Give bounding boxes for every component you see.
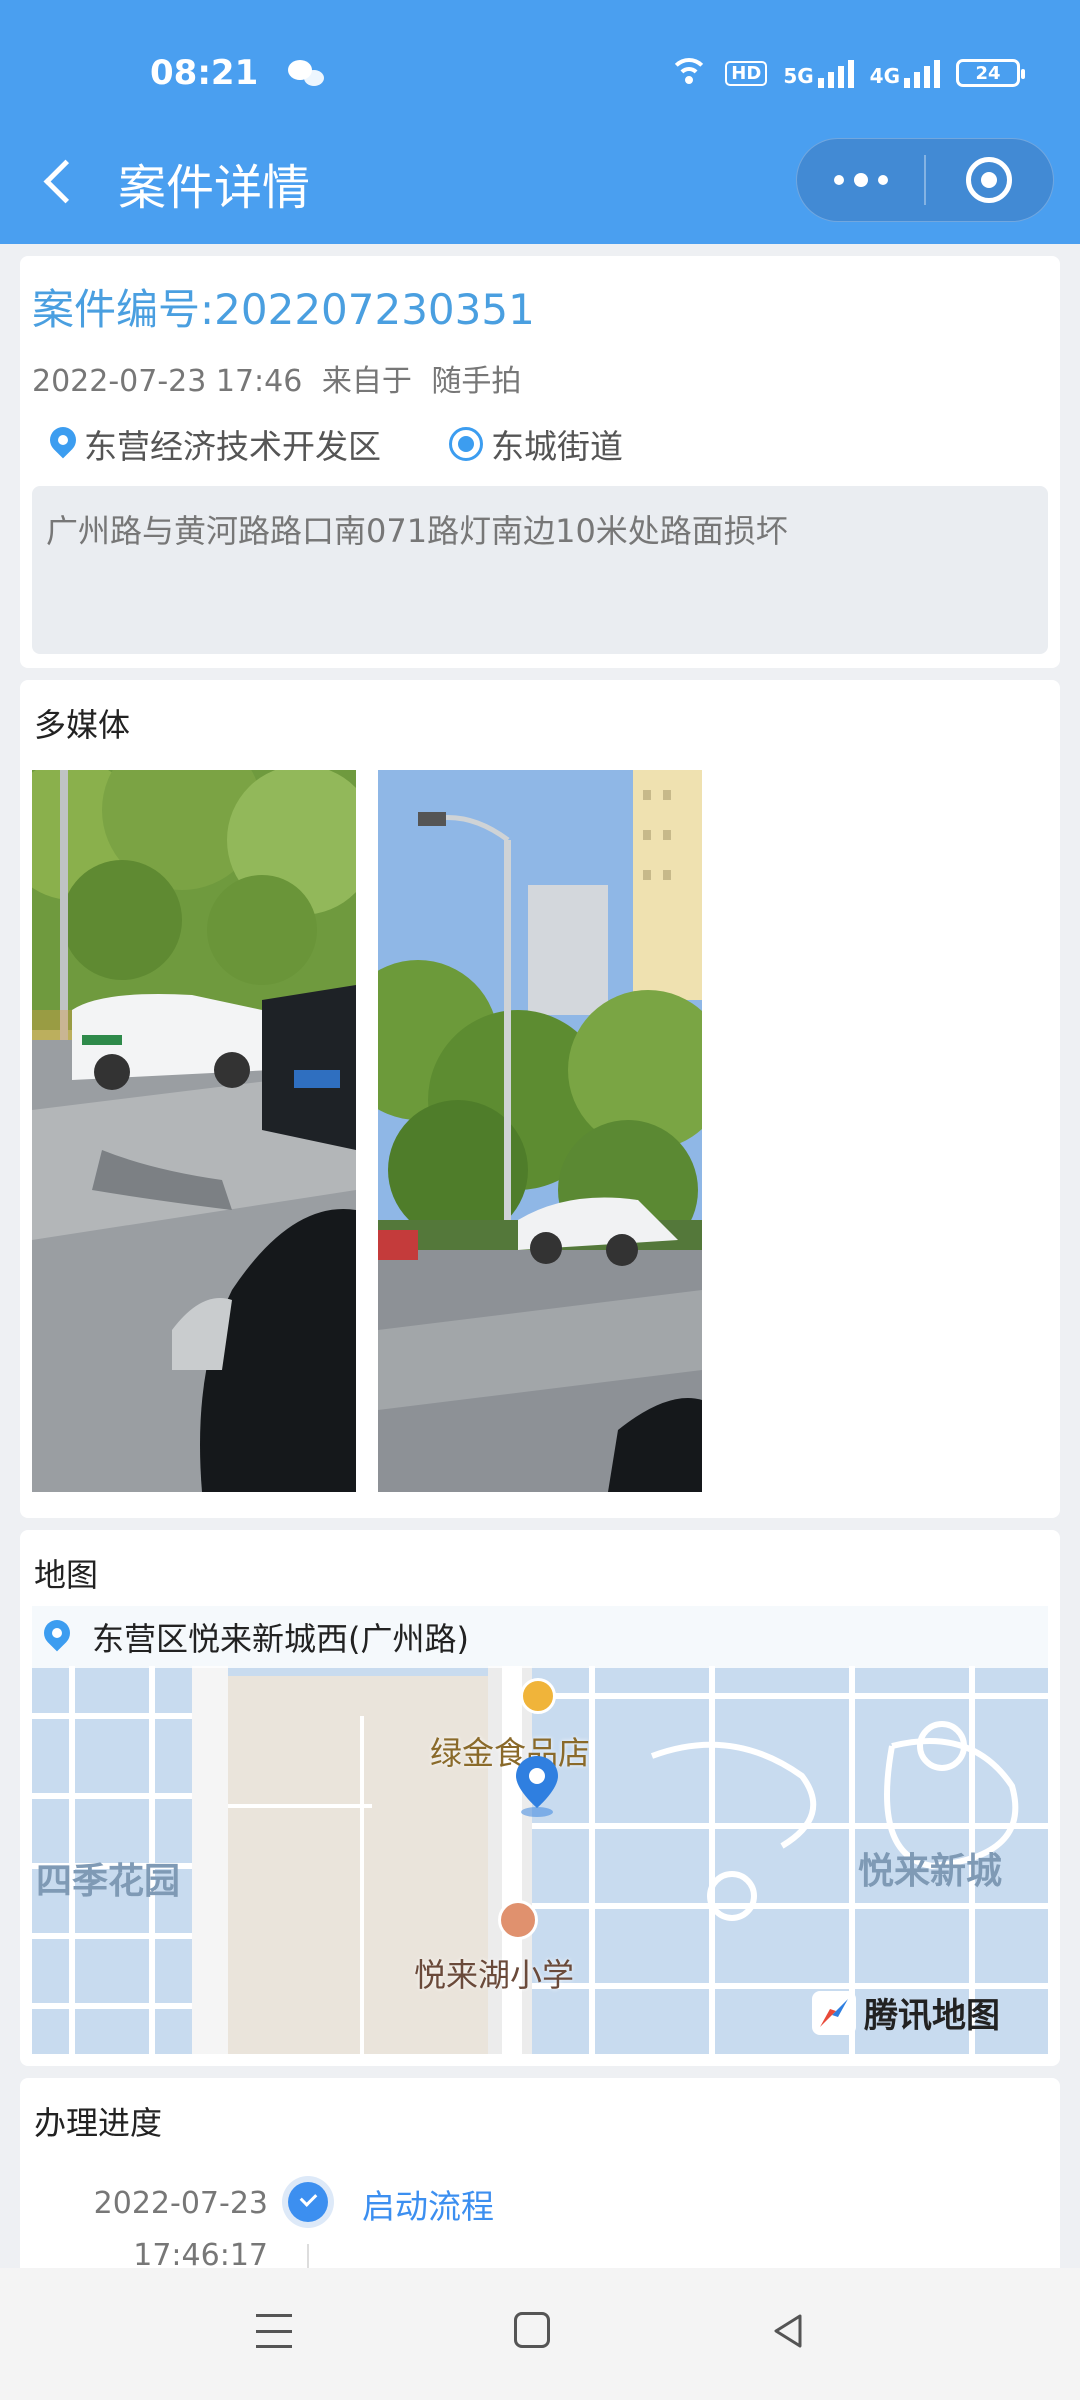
media-title: 多媒体 xyxy=(34,706,131,744)
case-location: 东营经济技术开发区 东城街道 xyxy=(50,420,623,468)
case-number: 案件编号:202207230351 xyxy=(32,285,535,334)
signal-4g-icon: 4G xyxy=(870,58,940,88)
system-back-button[interactable] xyxy=(770,2312,808,2350)
case-datetime: 2022-07-23 17:46 xyxy=(32,364,303,399)
step-datetime: 2022-07-23 17:46:17 xyxy=(84,2178,268,2282)
system-nav-bar xyxy=(0,2268,1080,2400)
map-address: 东营区悦来新城西(广州路) xyxy=(92,1620,469,1658)
more-dot-icon xyxy=(877,175,888,185)
mini-program-capsule xyxy=(796,138,1054,222)
source-prefix: 来自于 xyxy=(321,364,412,399)
wechat-icon xyxy=(288,58,326,88)
battery-level: 24 xyxy=(975,62,1001,84)
step-check-icon xyxy=(282,2176,334,2228)
step-date: 2022-07-23 xyxy=(93,2186,268,2221)
net1-label: 5G xyxy=(783,64,814,88)
progress-title: 办理进度 xyxy=(34,2104,163,2142)
app-header: 08:21 HD 5G 4G 24 案件详情 xyxy=(0,0,1080,244)
target-ring-icon xyxy=(966,157,1013,203)
media-card: 多媒体 xyxy=(20,680,1060,1518)
map-address-bar: 东营区悦来新城西(广州路) xyxy=(32,1606,1048,1668)
case-source: 随手拍 xyxy=(431,364,522,399)
district-label: 东营经济技术开发区 xyxy=(84,427,381,466)
poi-park[interactable]: 四季花园 xyxy=(36,1852,180,1904)
tencent-map-logo: 腾讯地图 xyxy=(812,1988,1000,2037)
map-brand: 腾讯地图 xyxy=(864,1996,1000,2036)
address-pin-icon xyxy=(44,1620,70,1654)
step-label: 启动流程 xyxy=(362,2187,494,2226)
net2-label: 4G xyxy=(869,64,900,88)
map-title: 地图 xyxy=(34,1556,99,1594)
battery-icon: 24 xyxy=(956,59,1025,87)
hd-badge: HD xyxy=(725,60,768,86)
compass-icon xyxy=(812,1990,856,2035)
case-info-card: 案件编号:202207230351 2022-07-23 17:46 来自于 随… xyxy=(20,256,1060,668)
signal-5g-icon: 5G xyxy=(783,58,854,88)
home-button[interactable] xyxy=(514,2312,550,2348)
back-button[interactable] xyxy=(40,158,84,208)
menu-button[interactable] xyxy=(256,2314,292,2348)
wifi-icon xyxy=(669,58,710,88)
poi-school[interactable]: 悦来湖小学 xyxy=(414,1950,574,1996)
close-mini-program-button[interactable] xyxy=(926,139,1053,221)
street-label: 东城街道 xyxy=(491,427,623,466)
more-dot-icon xyxy=(853,173,868,187)
poi-shop[interactable]: 绿金食品店 xyxy=(430,1728,590,1774)
case-description: 广州路与黄河路路口南071路灯南边10米处路面损坏 xyxy=(32,486,1048,654)
photo-street-cars[interactable] xyxy=(32,770,356,1492)
page-title: 案件详情 xyxy=(118,160,311,216)
case-meta: 2022-07-23 17:46 来自于 随手拍 xyxy=(32,356,531,400)
location-marker-icon xyxy=(512,1754,562,1818)
school-poi-icon[interactable] xyxy=(498,1900,538,1940)
poi-area[interactable]: 悦来新城 xyxy=(858,1842,1002,1894)
location-pin-icon xyxy=(50,427,76,461)
more-button[interactable] xyxy=(797,139,924,221)
map-card: 地图 绿金食品店 四季花园 悦来新城 悦来湖小学 东营区悦来新城西(广州路) 腾… xyxy=(20,1530,1060,2066)
shop-poi-icon[interactable] xyxy=(520,1678,556,1714)
progress-card: 办理进度 2022-07-23 17:46:17 启动流程 xyxy=(20,2078,1060,2284)
nav-bar: 案件详情 xyxy=(0,138,1080,228)
status-time: 08:21 xyxy=(150,53,259,93)
street-target-icon xyxy=(449,427,483,461)
more-dot-icon xyxy=(833,175,844,185)
status-bar: 08:21 HD 5G 4G 24 xyxy=(150,48,1025,98)
photo-street-lamp[interactable] xyxy=(378,770,702,1492)
map-view[interactable]: 绿金食品店 四季花园 悦来新城 悦来湖小学 东营区悦来新城西(广州路) 腾讯地图 xyxy=(32,1606,1048,2054)
